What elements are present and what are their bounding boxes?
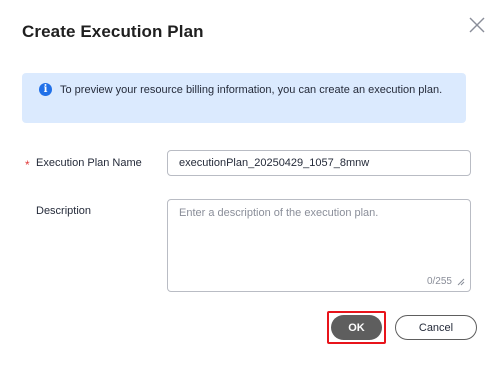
info-banner: i To preview your resource billing infor…: [22, 73, 466, 123]
description-char-count: 0/255: [426, 276, 452, 287]
description-field[interactable]: 0/255: [167, 199, 471, 292]
cancel-button[interactable]: Cancel: [395, 315, 477, 340]
execution-plan-name-input[interactable]: [167, 150, 471, 176]
info-icon: i: [39, 83, 52, 96]
description-label: Description: [36, 205, 92, 217]
required-marker: *: [25, 158, 30, 172]
dialog-title: Create Execution Plan: [22, 22, 204, 41]
close-icon: [469, 17, 485, 33]
ok-button[interactable]: OK: [331, 315, 382, 340]
close-button[interactable]: [466, 14, 488, 36]
create-execution-plan-dialog: Create Execution Plan i To preview your …: [0, 0, 500, 365]
execution-plan-name-label: Execution Plan Name: [36, 157, 142, 169]
info-banner-text: To preview your resource billing informa…: [60, 84, 443, 96]
description-textarea[interactable]: [168, 200, 470, 270]
resize-handle-icon[interactable]: [457, 278, 465, 286]
